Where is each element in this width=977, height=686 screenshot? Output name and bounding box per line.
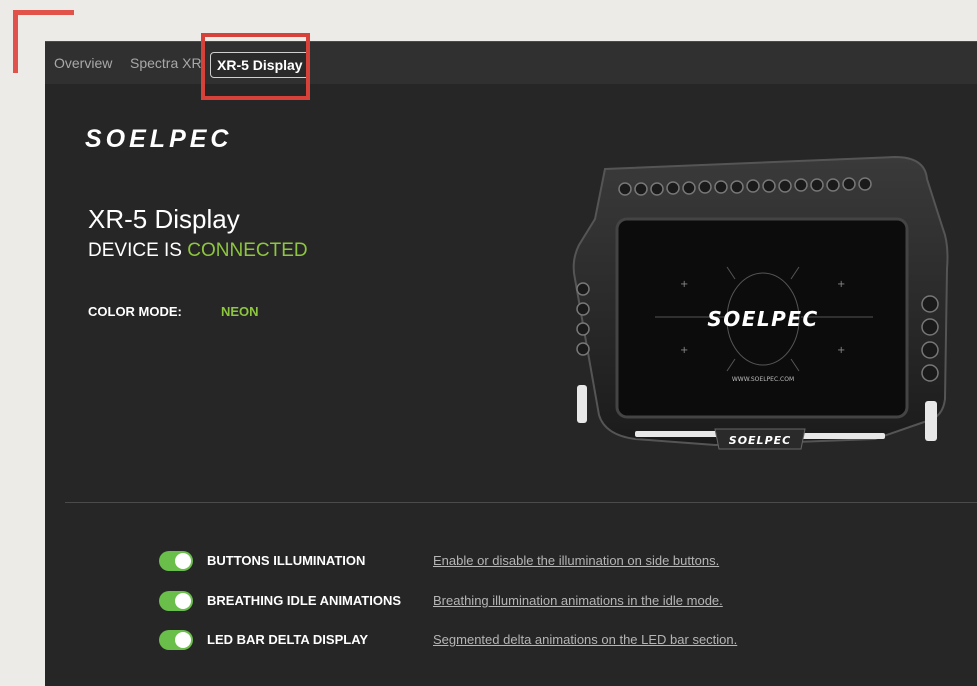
svg-text:+: + [680,279,688,290]
tab-spectra-xr[interactable]: Spectra XR [130,55,202,71]
toggle-switch[interactable] [159,591,193,611]
connection-status: DEVICE IS CONNECTED [88,240,308,262]
color-mode-value: NEON [221,304,259,319]
toggle-switch[interactable] [159,551,193,571]
setting-description-link[interactable]: Segmented delta animations on the LED ba… [433,632,737,647]
screen-url: WWW.SOELPEC.COM [732,376,794,383]
setting-label: BREATHING IDLE ANIMATIONS [207,593,402,608]
toggle-knob [175,593,191,609]
bezel-logo: SOELPEC [729,434,791,447]
tab-bar: Overview Spectra XR XR-5 Display [45,41,977,84]
status-prefix: DEVICE IS [88,240,188,261]
device-image: + + + + SOELPEC WWW.SOELPEC.COM SOELPEC [572,155,949,450]
color-mode-label: COLOR MODE: [88,304,182,319]
toggle-knob [175,553,191,569]
setting-label: BUTTONS ILLUMINATION [207,553,366,568]
svg-text:+: + [837,279,845,290]
setting-description-link[interactable]: Breathing illumination animations in the… [433,593,723,608]
device-title: XR-5 Display [88,204,240,234]
status-value: CONNECTED [187,240,308,261]
tab-xr5-display[interactable]: XR-5 Display [210,52,310,78]
section-divider [65,502,977,503]
svg-text:+: + [837,345,845,356]
toggle-switch[interactable] [159,630,193,650]
setting-label: LED BAR DELTA DISPLAY [207,632,369,647]
toggle-knob [175,632,191,648]
corner-bracket-left [13,10,18,73]
screen-logo: SOELPEC [707,307,818,331]
corner-bracket-top [13,10,74,15]
setting-description-link[interactable]: Enable or disable the illumination on si… [433,553,719,568]
tab-overview[interactable]: Overview [54,55,112,71]
brand-logo: SOELPEC [85,125,233,153]
app-window: Overview Spectra XR XR-5 Display SOELPEC… [45,41,977,686]
svg-text:+: + [680,345,688,356]
